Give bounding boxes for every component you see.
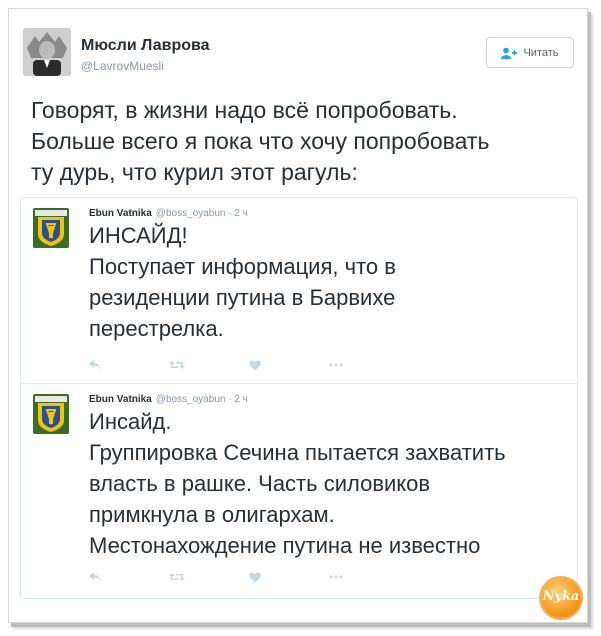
retweet-icon <box>169 573 185 581</box>
quoted-text: ИНСАЙД! Поступает информация, что в рези… <box>89 223 396 341</box>
heart-icon <box>249 360 261 370</box>
retweet-button[interactable] <box>169 358 249 372</box>
heart-icon <box>249 572 261 582</box>
retweet-button[interactable] <box>169 570 249 584</box>
quoted-meta: Ebun Vatnika @boss_oyabun · 2 ч <box>89 208 248 219</box>
follow-label: Читать <box>523 46 559 59</box>
quoted-actions <box>89 570 409 584</box>
watermark-text: Nyka <box>542 589 580 604</box>
author-handle[interactable]: @LavrovMuesli <box>81 59 164 73</box>
quoted-author-avatar[interactable] <box>33 208 69 248</box>
reply-icon <box>89 572 101 582</box>
like-button[interactable] <box>249 358 329 372</box>
tweet-header: Мюсли Лаврова @LavrovMuesli Читать <box>21 25 576 81</box>
quoted-tweet[interactable]: Ebun Vatnika @boss_oyabun · 2 ч ИНСАЙД! П… <box>20 197 578 384</box>
more-button[interactable] <box>329 570 409 584</box>
tweet-text: Говорят, в жизни надо всё попробовать. Б… <box>31 97 490 185</box>
more-icon <box>329 363 343 367</box>
retweet-icon <box>169 361 185 369</box>
reply-icon <box>89 360 101 370</box>
quoted-tweet[interactable]: Ebun Vatnika @boss_oyabun · 2 ч Инсайд. Г… <box>20 384 578 599</box>
quoted-handle-time[interactable]: @boss_oyabun · 2 ч <box>156 208 248 219</box>
author-name[interactable]: Мюсли Лаврова <box>81 37 210 55</box>
quoted-text: Инсайд. Группировка Сечина пытается захв… <box>89 409 506 558</box>
reply-button[interactable] <box>89 570 169 584</box>
quoted-author-avatar[interactable] <box>33 394 69 434</box>
quoted-author-name[interactable]: Ebun Vatnika <box>89 208 152 219</box>
follow-user-icon <box>501 47 518 59</box>
reply-button[interactable] <box>89 358 169 372</box>
quoted-meta: Ebun Vatnika @boss_oyabun · 2 ч <box>89 394 248 405</box>
author-avatar[interactable] <box>23 28 71 76</box>
quoted-handle-time[interactable]: @boss_oyabun · 2 ч <box>156 394 248 405</box>
more-icon <box>329 575 343 579</box>
like-button[interactable] <box>249 570 329 584</box>
quoted-author-name[interactable]: Ebun Vatnika <box>89 394 152 405</box>
more-button[interactable] <box>329 358 409 372</box>
watermark-logo: Nyka <box>541 578 581 618</box>
quoted-actions <box>89 358 409 372</box>
follow-button[interactable]: Читать <box>486 37 574 68</box>
